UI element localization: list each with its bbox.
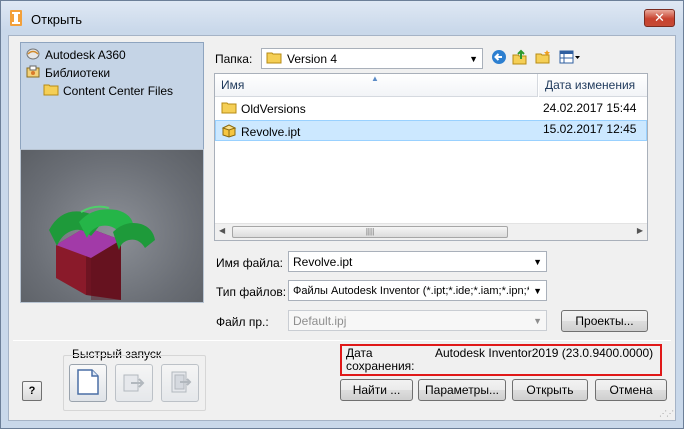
dialog-body: Autodesk A360 Библиотеки Content Center … (8, 35, 676, 421)
title-bar: Открыть ✕ (1, 1, 683, 35)
open-file-button[interactable] (115, 364, 153, 402)
save-info-highlight: Дата сохранения: Autodesk Inventor2019 (… (340, 344, 662, 376)
horizontal-scrollbar[interactable]: ◀ |||| ▶ (215, 223, 647, 240)
place-content-center-files[interactable]: Content Center Files (43, 82, 173, 100)
filetype-select[interactable]: Файлы Autodesk Inventor (*.ipt;*.ide;*.i… (288, 280, 547, 301)
folder-icon (221, 101, 237, 117)
column-header-date[interactable]: Дата изменения (539, 74, 647, 97)
chevron-down-icon: ▼ (469, 54, 478, 64)
view-menu-button[interactable] (557, 48, 583, 68)
scroll-right-icon[interactable]: ▶ (637, 226, 643, 235)
folder-label: Папка: (215, 52, 253, 66)
sort-ascending-icon: ▲ (371, 74, 379, 83)
place-label: Content Center Files (63, 84, 174, 98)
chevron-down-icon: ▼ (533, 316, 542, 326)
file-date: 24.02.2017 15:44 (543, 101, 637, 115)
new-folder-icon (535, 49, 551, 68)
project-label: Файл пр.: (216, 315, 269, 329)
file-name: OldVersions (241, 102, 306, 116)
new-file-button[interactable] (69, 364, 107, 402)
back-button[interactable] (489, 48, 509, 68)
view-grid-icon (559, 50, 581, 67)
up-folder-button[interactable] (510, 48, 530, 68)
help-icon: ? (28, 385, 36, 397)
close-icon: ✕ (654, 10, 665, 25)
place-label: Библиотеки (45, 66, 111, 80)
up-folder-icon (512, 49, 528, 68)
help-button[interactable]: ? (22, 381, 42, 401)
file-row-revolve[interactable]: Revolve.ipt 15.02.2017 12:45 (215, 120, 647, 141)
window-title: Открыть (31, 12, 83, 27)
close-button[interactable]: ✕ (644, 9, 675, 27)
filetype-label: Тип файлов: (216, 285, 287, 299)
inventor-app-icon (9, 10, 23, 26)
folder-icon (43, 83, 59, 99)
folder-combo[interactable]: Version 4 ▼ (261, 48, 483, 69)
new-document-icon (75, 368, 101, 399)
filename-label: Имя файла: (216, 256, 283, 270)
filename-value: Revolve.ipt (293, 254, 353, 269)
place-label: Autodesk A360 (45, 48, 126, 62)
options-button[interactable]: Параметры... (418, 379, 506, 401)
cloud-icon (25, 47, 41, 64)
preview-pane (20, 149, 204, 303)
project-select: Default.ipj ▼ (288, 310, 547, 331)
place-autodesk-a360[interactable]: Autodesk A360 (25, 46, 126, 64)
filetype-value: Файлы Autodesk Inventor (*.ipt;*.ide;*.i… (293, 284, 529, 297)
column-label: Имя (221, 78, 245, 92)
column-header-name[interactable]: Имя ▲ (215, 74, 538, 97)
back-arrow-icon (491, 49, 507, 68)
file-date: 15.02.2017 12:45 (543, 122, 637, 136)
chevron-down-icon: ▼ (533, 286, 542, 296)
inventor-part-icon (221, 122, 237, 141)
open-dialog: Открыть ✕ Autodesk A360 Библиотеки Conte… (0, 0, 684, 429)
filename-input[interactable]: Revolve.ipt ▼ (288, 251, 547, 272)
open-arrow-icon (121, 369, 147, 398)
project-value: Default.ipj (293, 313, 347, 328)
library-icon (25, 65, 41, 82)
quick-launch-group (63, 355, 206, 411)
save-date-value: Autodesk Inventor2019 (23.0.9400.0000) (435, 346, 654, 360)
file-row-oldversions[interactable]: OldVersions 24.02.2017 15:44 (215, 99, 647, 120)
resize-grip-icon[interactable]: ⋰⋰ (659, 409, 674, 418)
scroll-left-icon[interactable]: ◀ (219, 226, 225, 235)
find-button[interactable]: Найти ... (340, 379, 413, 401)
save-date-label-line2: сохранения: (346, 359, 415, 373)
folder-icon (266, 51, 282, 67)
places-pane: Autodesk A360 Библиотеки Content Center … (20, 42, 204, 166)
cancel-button[interactable]: Отмена (595, 379, 667, 401)
file-list: Имя ▲ Дата изменения OldVersions 24.02.2… (214, 73, 648, 241)
chevron-down-icon: ▼ (533, 257, 542, 267)
new-folder-button[interactable] (533, 48, 553, 68)
folder-value: Version 4 (287, 51, 338, 66)
part-preview-image (49, 205, 155, 300)
file-name: Revolve.ipt (241, 124, 301, 139)
open-button[interactable]: Открыть (512, 379, 588, 401)
column-label: Дата изменения (545, 78, 636, 92)
separator (13, 340, 671, 341)
place-libraries[interactable]: Библиотеки (25, 64, 110, 82)
project-door-icon (167, 369, 193, 398)
scroll-thumb[interactable]: |||| (232, 226, 508, 238)
projects-button[interactable]: Проекты... (561, 310, 648, 332)
open-project-button[interactable] (161, 364, 199, 402)
